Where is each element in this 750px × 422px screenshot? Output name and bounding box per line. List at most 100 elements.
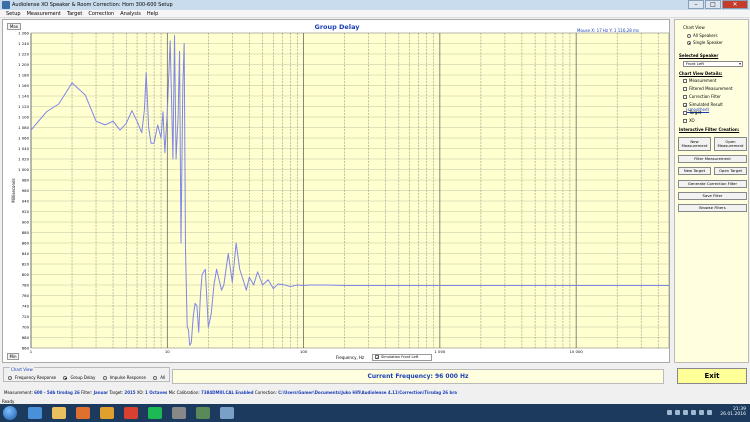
radio-icon[interactable] [687,34,691,38]
spotify-icon[interactable] [148,407,162,419]
chart-view-heading: Chart View [683,25,705,30]
y-tick-label: 1 120 [18,104,29,109]
max-button[interactable]: Max [7,23,21,30]
exit-button[interactable]: Exit [677,368,747,384]
target-value: 2015 [124,390,136,395]
correction-label: Correction: [254,390,277,395]
checkbox-icon[interactable] [683,111,687,115]
radio-icon[interactable] [8,376,12,380]
save-filter-button[interactable]: Save Filter [678,192,747,200]
filter-label: Filter: [81,390,93,395]
app-taskbar-icon[interactable] [196,407,210,419]
radio-icon[interactable] [687,41,691,45]
detail-xo[interactable]: XO [683,118,695,123]
mic-value: 7384DMIII.CAL Enabled [201,390,254,395]
maximize-button[interactable]: □ [705,0,721,9]
detail-label: Target [689,110,702,115]
folder-icon[interactable] [52,407,66,419]
tray-icon[interactable] [699,410,704,415]
generate-correction-button[interactable]: Generate Correction Filter [678,180,747,188]
minimize-button[interactable]: – [688,0,704,9]
ie-icon[interactable] [28,407,42,419]
filter-creation-heading: Interactive Filter Creation: [679,127,740,132]
y-axis-label: Milliseconds [11,178,16,202]
open-target-button[interactable]: Open Target [714,167,747,175]
media-player-icon[interactable] [76,407,90,419]
chart-legend[interactable]: ✓ Simulation Front Left [372,354,432,361]
chart-view-group: Chart View Frequency Response Group Dela… [3,367,170,382]
window-title: Audiolense XO Speaker & Room Correction:… [12,2,173,8]
radio-icon[interactable] [102,376,107,380]
new-measurement-button[interactable]: New Measurement [678,137,711,151]
measurement-value: 600 - 5db tirsdag 26 [34,390,80,395]
app-icon [2,1,10,9]
volume-icon[interactable] [707,410,712,415]
menu-correction[interactable]: Correction [88,11,114,17]
checkbox-icon[interactable] [683,87,687,91]
y-tick-label: 1 080 [18,125,29,130]
checkbox-icon[interactable] [683,95,687,99]
checkbox-icon[interactable] [683,79,687,83]
option-label: Group Delay [70,375,96,380]
mouse-readout: Mouse X: 17 Hz Y: 1 116,28 ms [577,28,639,33]
detail-filtered-measurement[interactable]: Filtered Measurement [683,86,733,91]
detail-correction-filter[interactable]: Correction Filter [683,94,721,99]
x-tick-label: 10 000 [570,349,584,354]
radio-label: Single Speaker [693,40,723,45]
y-tick-label: 920 [22,209,30,214]
tray-icon[interactable] [691,410,696,415]
audiolense-taskbar-icon[interactable] [220,407,234,419]
y-tick-label: 720 [22,314,30,319]
clock-date: 26.01.2016 [720,412,746,417]
tray-icon[interactable] [667,410,672,415]
xo-label: XO: [136,390,144,395]
group-delay-chart: 660 680 700 720 740 760 780 800 820 840 860 880 900 9… [11,30,670,360]
x-tick-label: 10 [165,349,170,354]
menu-analysis[interactable]: Analysis [120,11,141,17]
option-all[interactable]: All [153,375,168,380]
tray-icon[interactable] [675,410,680,415]
calculator-icon[interactable] [172,407,186,419]
tray-icon[interactable] [683,410,688,415]
menu-help[interactable]: Help [147,11,158,17]
radio-single-speaker[interactable]: Single Speaker [687,40,723,45]
radio-icon[interactable] [153,376,158,380]
detail-label: Measurement [689,78,717,83]
menu-measurement[interactable]: Measurement [27,11,61,17]
detail-target[interactable]: Target [683,110,701,115]
menu-target[interactable]: Target [67,11,82,17]
mic-label: Mic Calibration: [168,390,200,395]
start-button[interactable] [3,406,17,420]
clock[interactable]: 21:39 26.01.2016 [720,407,746,417]
chrome-icon[interactable] [124,407,138,419]
speaker-dropdown[interactable]: Front Left ▾ [683,61,743,67]
measurement-label: Measurement: [4,390,33,395]
open-measurement-button[interactable]: Open Measurement [714,137,747,151]
menu-setup[interactable]: Setup [6,11,21,17]
radio-icon[interactable] [63,376,68,380]
detail-measurement[interactable]: Measurement [683,78,716,83]
option-frequency-response[interactable]: Frequency Response [8,375,59,380]
y-tick-label: 1 140 [18,93,29,98]
min-button[interactable]: Min [7,353,19,360]
checkbox-icon[interactable] [683,119,687,123]
option-impulse-response[interactable]: Impulse Response [102,375,149,380]
radio-all-speakers[interactable]: All Speakers [687,33,718,38]
x-tick-label: 100 [300,349,308,354]
legend-checkbox[interactable]: ✓ [375,355,379,360]
y-tick-label: 1 020 [18,156,29,161]
taskbar: 21:39 26.01.2016 [0,404,750,422]
chart-title: Group Delay [314,23,360,31]
firefox-icon[interactable] [100,407,114,419]
close-button[interactable]: ✕ [722,0,748,9]
option-label: Impulse Response [109,375,146,380]
option-label: Frequency Response [15,375,57,380]
filter-measurement-button[interactable]: Filter Measurement [678,155,747,163]
new-target-button[interactable]: New Target [678,167,711,175]
option-group-delay[interactable]: Group Delay [63,375,98,380]
y-tick-label: 1 180 [18,72,29,77]
browse-filters-button[interactable]: Browse Filters [678,204,747,212]
target-label: Target: [109,390,124,395]
y-tick-label: 760 [22,293,30,298]
xo-value: 1 Octaves [145,390,168,395]
